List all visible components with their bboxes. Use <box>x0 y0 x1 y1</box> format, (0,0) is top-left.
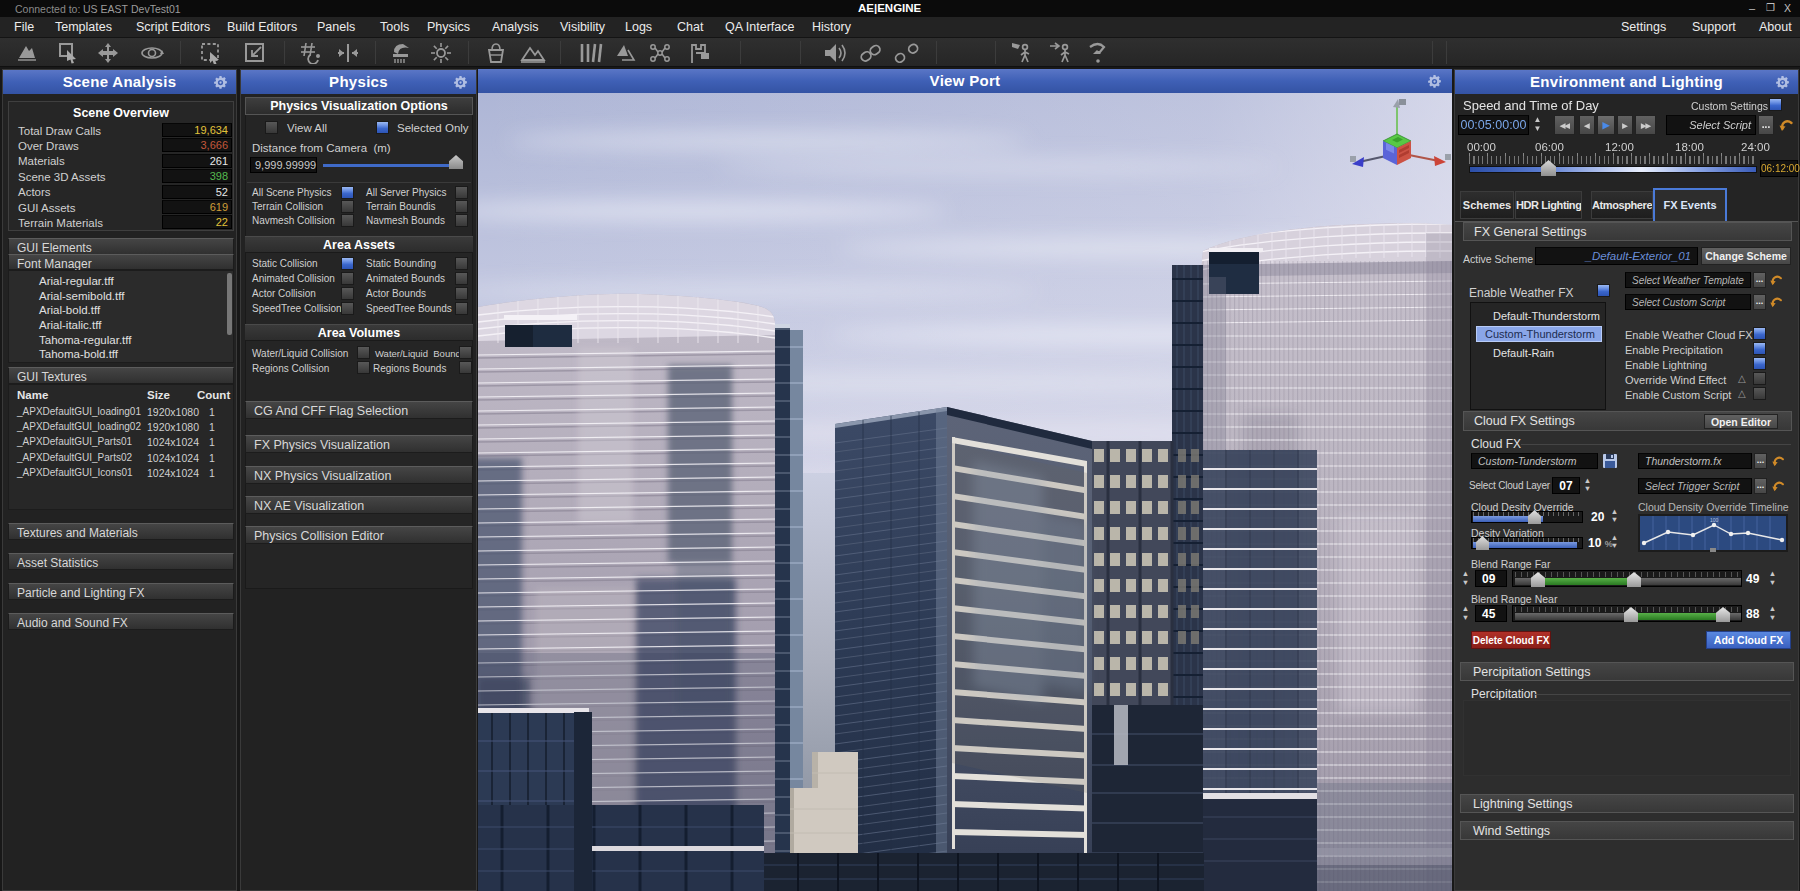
svg-text:100: 100 <box>1710 517 1719 523</box>
